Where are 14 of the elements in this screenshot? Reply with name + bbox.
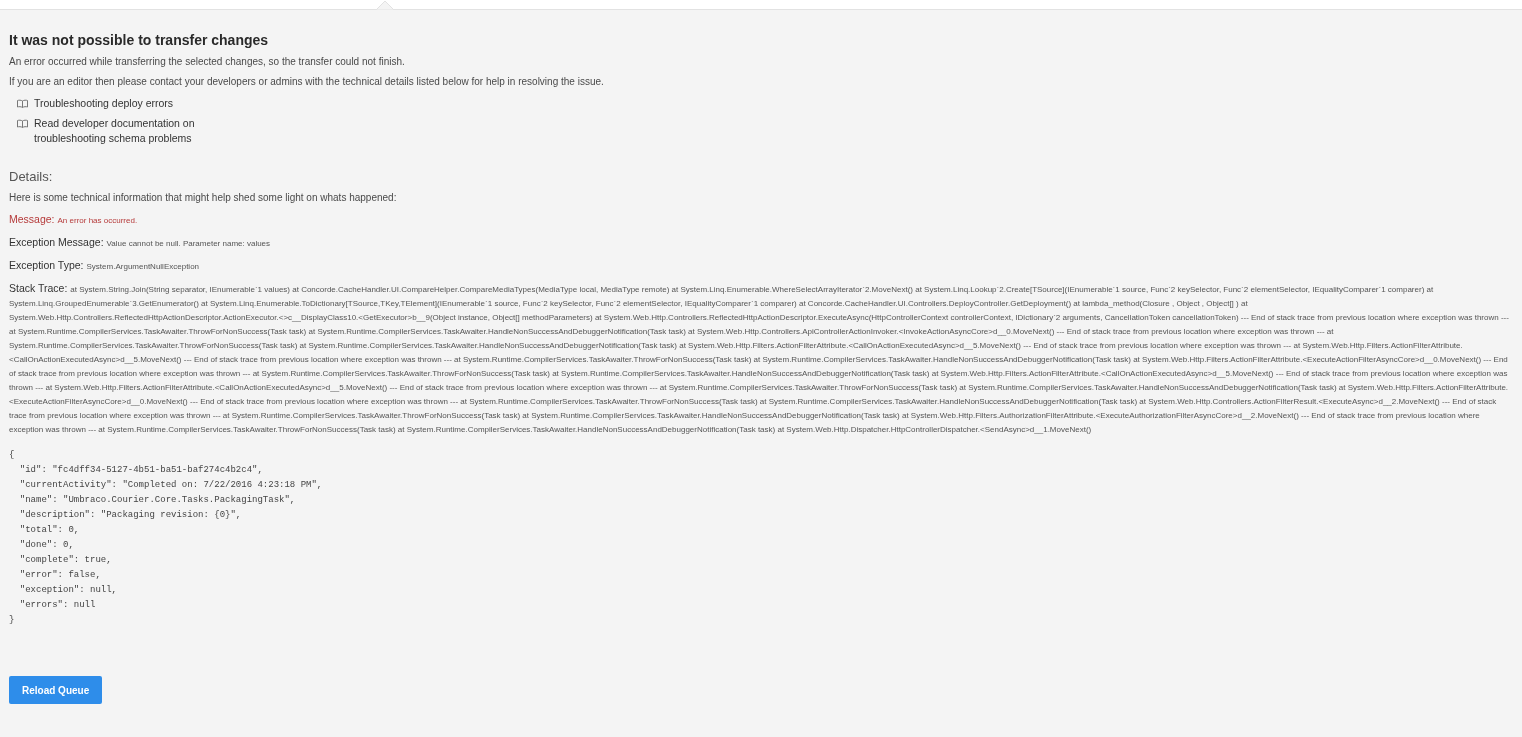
details-intro: Here is some technical information that might help shed some light on whats happened:	[9, 191, 398, 205]
help-link[interactable]: Troubleshooting deploy errors	[34, 96, 174, 111]
details-heading: Details:	[9, 169, 54, 185]
book-icon	[17, 99, 28, 108]
task-json: { "id": "fc4dff34-5127-4b51-ba51-baf274c4b2c4", "currentActivity": "Completed on: 7/22/2016 4:23:18 PM", "name": "Umbraco.Courier.Core.Tasks.PackagingTask", "description": "Packaging revision: {0}", "total": 0, "done": 0, "complete": true, "error": false, "exception": null, "errors": null }	[9, 449, 324, 627]
intro-text: If you are an editor then please contact your developers or admins with the technical details listed below for help in resolving the issue.	[9, 75, 605, 89]
detail-field: Exception Type: System.ArgumentNullException	[9, 258, 1513, 274]
book-icon	[17, 119, 28, 128]
error-title: It was not possible to transfer changes	[9, 31, 270, 49]
detail-field: Exception Message: Value cannot be null. Parameter name: values	[9, 235, 1513, 251]
help-link[interactable]: Read developer documentation on troubleshooting schema problems	[34, 116, 195, 146]
detail-field: Message: An error has occurred.	[9, 212, 1513, 228]
intro-text: An error occurred while transferring the selected changes, so the transfer could not finish.	[9, 55, 406, 69]
detail-field: Stack Trace: at System.String.Join(String separator, IEnumerable`1 values) at Concorde.CacheHandler.UI.CompareHelper.CompareMediaTypes(MediaType local, MediaType remote) at System.Linq.Enumerable.WhereSelectArrayIterator`2.MoveNext() at System.Linq.Lookup`2.Create[TSource](IEnumerable`1 source, Func`2 keySelector, Func`2 elementSelector, IEqualityComparer`1 comparer) at System.Linq.GroupedEnumerable`3.GetEnumerator() at System.Linq.Enumerable.ToDictionary[TSource,TKey,TElement](IEnumerable`1 source, Func`2 keySelector, Func`2 elementSelector, IEqualityComparer`1 comparer) at Concorde.CacheHandler.UI.Controllers.DeployController.GetDeployment() at lambda_method(Closure , Object , Object[] ) at System.Web.Http.Controllers.ReflectedHttpActionDescriptor.ActionExecutor.<>c__DisplayClass10.<GetExecutor>b__9(Object instance, Object[] methodParameters) at System.Web.Http.Controllers.ReflectedHttpActionDescriptor.ExecuteAsync(HttpControllerContext controllerContext, IDictionary`2 arguments, CancellationToken cancellationToken) --- End of stack trace from previous location where exception was thrown --- at System.Runtime.CompilerServices.TaskAwaiter.ThrowForNonSuccess(Task task) at System.Runtime.CompilerServices.TaskAwaiter.HandleNonSuccessAndDebuggerNotification(Task task) at System.Web.Http.Controllers.ApiControllerActionInvoker.<InvokeActionAsyncCore>d__0.MoveNext() --- End of stack trace from previous location where exception was thrown --- at System.Runtime.CompilerServices.TaskAwaiter.ThrowForNonSuccess(Task task) at System.Runtime.CompilerServices.TaskAwaiter.HandleNonSuccessAndDebuggerNotification(Task task) at System.Web.Http.Filters.ActionFilterAttribute.<CallOnActionExecutedAsync>d__5.MoveNext() --- End of stack trace from previous location where exception was thrown --- at System.Web.Http.Filters.ActionFilterAttribute.<CallOnActionExecutedAsync>d__5.MoveNext() --- End of stack trace from previous location where exception was thrown --- at System.Runtime.CompilerServices.TaskAwaiter.ThrowForNonSuccess(Task task) at System.Runtime.CompilerServices.TaskAwaiter.HandleNonSuccessAndDebuggerNotification(Task task) at System.Web.Http.Filters.ActionFilterAttribute.<ExecuteActionFilterAsyncCore>d__0.MoveNext() --- End of stack trace from previous location where exception was thrown --- at System.Runtime.CompilerServices.TaskAwaiter.ThrowForNonSuccess(Task task) at System.Runtime.CompilerServices.TaskAwaiter.HandleNonSuccessAndDebuggerNotification(Task task) at System.Web.Http.Filters.ActionFilterAttribute.<CallOnActionExecutedAsync>d__5.MoveNext() --- End of stack trace from previous location where exception was thrown --- at System.Web.Http.Filters.ActionFilterAttribute.<CallOnActionExecutedAsync>d__5.MoveNext() --- End of stack trace from previous location where exception was thrown --- at System.Runtime.CompilerServices.TaskAwaiter.ThrowForNonSuccess(Task task) at System.Runtime.CompilerServices.TaskAwaiter.HandleNonSuccessAndDebuggerNotification(Task task) at System.Web.Http.Filters.ActionFilterAttribute.<ExecuteActionFilterAsyncCore>d__0.MoveNext() --- End of stack trace from previous location where exception was thrown --- at System.Runtime.CompilerServices.TaskAwaiter.ThrowForNonSuccess(Task task) at System.Runtime.CompilerServices.TaskAwaiter.HandleNonSuccessAndDebuggerNotification(Task task) at System.Web.Http.Controllers.ActionFilterResult.<ExecuteAsync>d__2.MoveNext() --- End of stack trace from previous location where exception was thrown --- at System.Runtime.CompilerServices.TaskAwaiter.ThrowForNonSuccess(Task task) at System.Runtime.CompilerServices.TaskAwaiter.HandleNonSuccessAndDebuggerNotification(Task task) at System.Web.Http.Filters.AuthorizationFilterAttribute.<ExecuteAuthorizationFilterAsyncCore>d__2.MoveNext() --- End of stack trace from previous location where exception was thrown --- at System.Runtime.CompilerServices.TaskAwaiter.ThrowForNonSuccess(Task task) at System.Runtime.CompilerServices.TaskAwaiter.HandleNonSuccessAndDebuggerNotification(Task task) at System.Web.Http.Dispatcher.HttpControllerDispatcher.<SendAsync>d__1.MoveNext()	[9, 281, 1513, 437]
